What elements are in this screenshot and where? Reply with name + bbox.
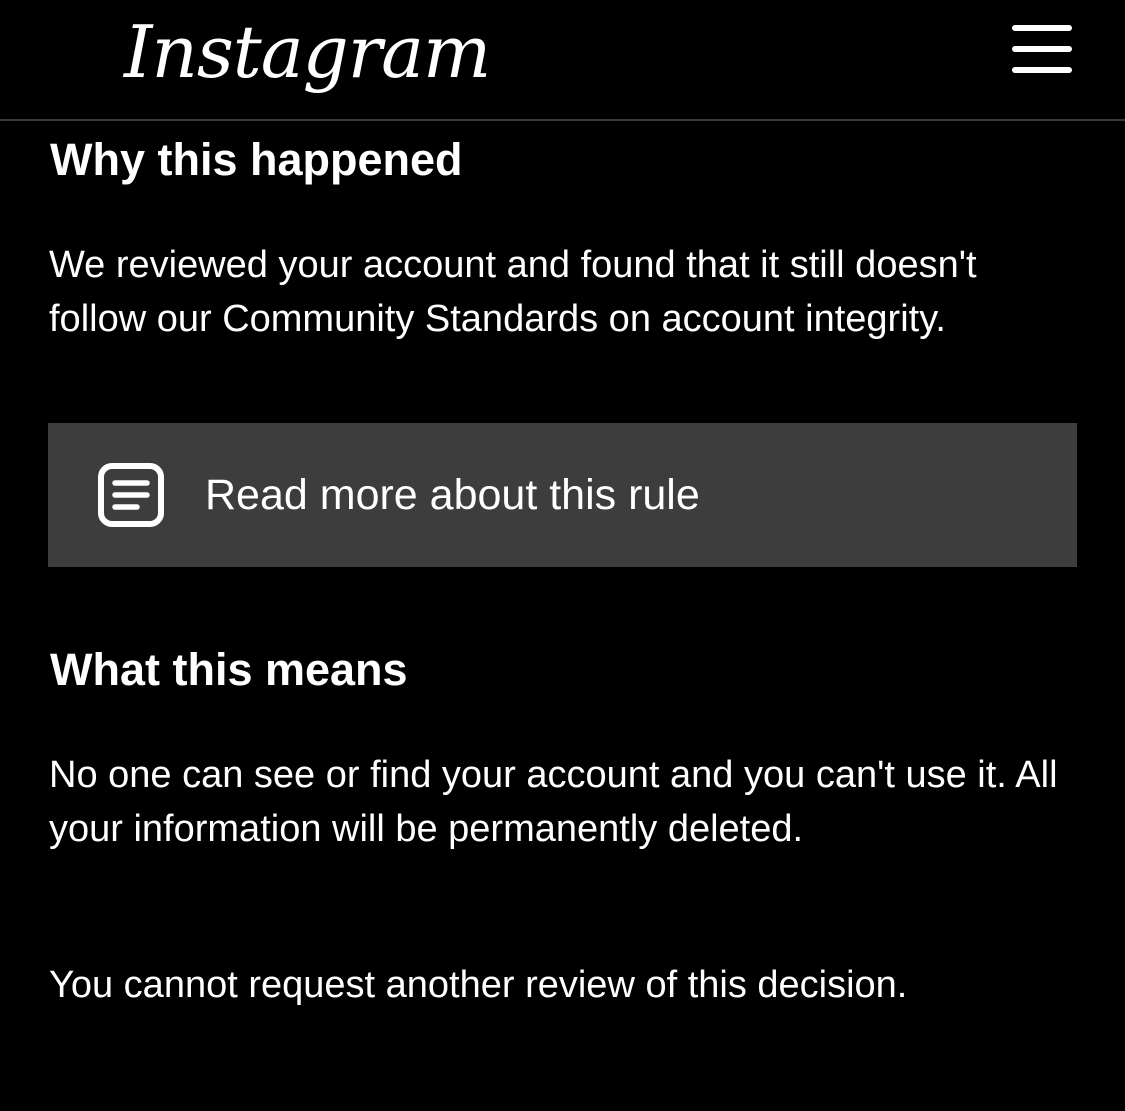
menu-bar-line: [1012, 46, 1072, 52]
review-notice: You cannot request another review of thi…: [49, 964, 908, 1006]
document-icon: [98, 463, 164, 527]
what-this-means-heading: What this means: [50, 644, 408, 695]
menu-bar-line: [1012, 25, 1072, 31]
instagram-logo[interactable]: Instagram: [124, 2, 491, 102]
why-heading: Why this happened: [50, 134, 463, 185]
menu-bar-line: [1012, 67, 1072, 73]
read-more-rule-button[interactable]: Read more about this rule: [48, 423, 1077, 567]
hamburger-menu-icon[interactable]: [1008, 24, 1076, 80]
why-description: We reviewed your account and found that …: [49, 244, 977, 340]
what-this-means-description: No one can see or find your account and …: [49, 754, 1058, 850]
top-navigation-bar: Instagram: [0, 0, 1125, 121]
read-more-rule-label: Read more about this rule: [205, 471, 700, 519]
